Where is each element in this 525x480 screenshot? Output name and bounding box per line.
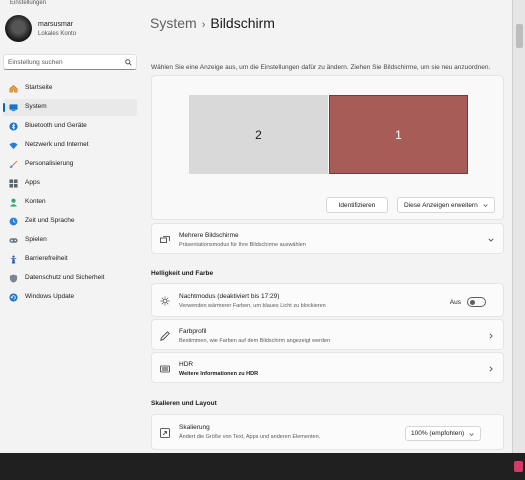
scaling-dropdown[interactable]: 100% (empfohlen) bbox=[405, 426, 481, 441]
sidebar-item-personalisierung[interactable]: Personalisierung bbox=[3, 156, 137, 173]
page-title: System › Bildschirm bbox=[150, 15, 275, 31]
display-arrangement-card: 2 1 Identifizieren Diese Anzeigen erweit… bbox=[151, 75, 504, 220]
row-title: Mehrere Bildschirme bbox=[179, 232, 239, 239]
multi-display-icon bbox=[160, 236, 170, 243]
search-icon[interactable] bbox=[125, 59, 132, 66]
sidebar-item-barrierefreiheit[interactable]: Barrierefreiheit bbox=[3, 251, 137, 268]
color-profile-row[interactable]: Farbprofil Bestimmen, wie Farben auf dem… bbox=[151, 319, 504, 350]
breadcrumb-separator: › bbox=[201, 19, 206, 31]
account-type: Lokales Konto bbox=[38, 31, 77, 37]
row-title: Nachtmodus (deaktiviert bis 17:29) bbox=[179, 293, 280, 300]
row-title: Farbprofil bbox=[179, 328, 207, 335]
multiple-displays-row[interactable]: Mehrere Bildschirme Präsentationsmodus f… bbox=[151, 223, 504, 254]
search-input[interactable] bbox=[8, 57, 120, 68]
sidebar-item-windows-update[interactable]: Windows Update bbox=[3, 289, 137, 306]
sidebar-item-label: System bbox=[25, 103, 47, 110]
pen-icon bbox=[160, 331, 170, 341]
arrangement-hint: Wählen Sie eine Anzeige aus, um die Eins… bbox=[151, 64, 491, 71]
sidebar: marsusmar Lokales Konto Startseite Syste… bbox=[0, 0, 143, 453]
chevron-right-icon bbox=[489, 333, 493, 339]
sidebar-item-zeit-und-sprache[interactable]: Zeit und Sprache bbox=[3, 213, 137, 230]
search-box[interactable] bbox=[3, 54, 137, 70]
shield-icon bbox=[9, 274, 18, 283]
row-subtitle: Bestimmen, wie Farben auf dem Bildschirm… bbox=[179, 338, 331, 344]
scaling-value: 100% (empfohlen) bbox=[411, 430, 465, 437]
section-heading-brightness: Helligkeit und Farbe bbox=[151, 270, 214, 277]
row-title: HDR bbox=[179, 361, 194, 368]
settings-window: Einstellungen marsusmar Lokales Konto St… bbox=[0, 0, 512, 453]
display-mode-dropdown[interactable]: Diese Anzeigen erweitern bbox=[397, 197, 495, 213]
monitor-1-tile[interactable]: 1 bbox=[329, 95, 468, 174]
bluetooth-icon bbox=[9, 122, 18, 131]
hdr-icon bbox=[160, 365, 170, 373]
monitor-number: 2 bbox=[255, 127, 262, 142]
night-light-toggle-label: Aus bbox=[449, 299, 461, 306]
sidebar-item-label: Zeit und Sprache bbox=[25, 217, 75, 224]
monitor-number: 1 bbox=[395, 127, 402, 142]
scale-icon bbox=[160, 428, 170, 438]
sidebar-item-datenschutz[interactable]: Datenschutz und Sicherheit bbox=[3, 270, 137, 287]
hdr-learn-more-link[interactable]: Weitere Informationen zu HDR bbox=[179, 371, 258, 377]
background-window-edge bbox=[512, 0, 525, 453]
home-icon bbox=[9, 84, 18, 93]
toggle-knob bbox=[470, 300, 475, 305]
chevron-right-icon bbox=[489, 366, 493, 372]
gamepad-icon bbox=[9, 238, 18, 243]
sidebar-item-spielen[interactable]: Spielen bbox=[3, 232, 137, 249]
row-title: Skalierung bbox=[179, 424, 210, 431]
row-subtitle: Präsentationsmodus für Ihre Bildschirme … bbox=[179, 242, 306, 248]
sidebar-item-bluetooth[interactable]: Bluetooth und Geräte bbox=[3, 118, 137, 135]
section-heading-scale: Skalieren und Layout bbox=[151, 400, 217, 407]
sidebar-item-konten[interactable]: Konten bbox=[3, 194, 137, 211]
sidebar-item-label: Konten bbox=[25, 198, 46, 205]
accessibility-icon bbox=[10, 255, 17, 264]
sidebar-item-label: Apps bbox=[25, 179, 40, 186]
night-light-row[interactable]: Nachtmodus (deaktiviert bis 17:29) Verwe… bbox=[151, 283, 504, 317]
user-name: marsusmar bbox=[38, 21, 74, 28]
monitor-2-tile[interactable]: 2 bbox=[189, 95, 328, 174]
sidebar-item-system[interactable]: System bbox=[3, 99, 137, 116]
hdr-row[interactable]: HDR Weitere Informationen zu HDR bbox=[151, 352, 504, 383]
taskbar-app-icon[interactable] bbox=[514, 461, 523, 472]
avatar[interactable] bbox=[5, 15, 32, 42]
chevron-down-icon bbox=[469, 433, 474, 436]
sidebar-item-label: Spielen bbox=[25, 236, 47, 243]
scrollbar-thumb[interactable] bbox=[516, 24, 523, 48]
sidebar-item-label: Barrierefreiheit bbox=[25, 255, 68, 262]
sidebar-item-label: Windows Update bbox=[25, 293, 75, 300]
apps-icon bbox=[9, 179, 18, 188]
brush-icon bbox=[10, 160, 18, 169]
taskbar bbox=[0, 453, 525, 480]
night-light-toggle[interactable] bbox=[467, 297, 486, 307]
monitor-icon bbox=[9, 104, 18, 112]
sidebar-item-label: Startseite bbox=[25, 84, 53, 91]
update-icon bbox=[9, 293, 18, 302]
row-subtitle: Ändert die Größe von Text, Apps und ande… bbox=[179, 434, 321, 440]
identify-button[interactable]: Identifizieren bbox=[326, 197, 388, 213]
sidebar-item-startseite[interactable]: Startseite bbox=[3, 80, 137, 97]
sidebar-item-apps[interactable]: Apps bbox=[3, 175, 137, 192]
chevron-down-icon bbox=[488, 238, 494, 242]
sidebar-item-label: Bluetooth und Geräte bbox=[25, 122, 87, 129]
scaling-row: Skalierung Ändert die Größe von Text, Ap… bbox=[151, 414, 504, 450]
sidebar-item-label: Personalisierung bbox=[25, 160, 74, 167]
wifi-icon bbox=[9, 142, 18, 150]
sidebar-item-label: Netzwerk und Internet bbox=[25, 141, 89, 148]
sidebar-item-netzwerk[interactable]: Netzwerk und Internet bbox=[3, 137, 137, 154]
person-icon bbox=[9, 198, 18, 207]
display-mode-value: Diese Anzeigen erweitern bbox=[404, 201, 478, 209]
breadcrumb-system[interactable]: System bbox=[150, 15, 197, 31]
sidebar-item-label: Datenschutz und Sicherheit bbox=[25, 274, 105, 281]
breadcrumb-current: Bildschirm bbox=[210, 15, 275, 31]
brightness-icon bbox=[160, 296, 170, 306]
globe-clock-icon bbox=[9, 217, 18, 226]
chevron-down-icon bbox=[483, 204, 488, 207]
row-subtitle: Verwenden wärmerer Farben, um blaues Lic… bbox=[179, 303, 326, 309]
